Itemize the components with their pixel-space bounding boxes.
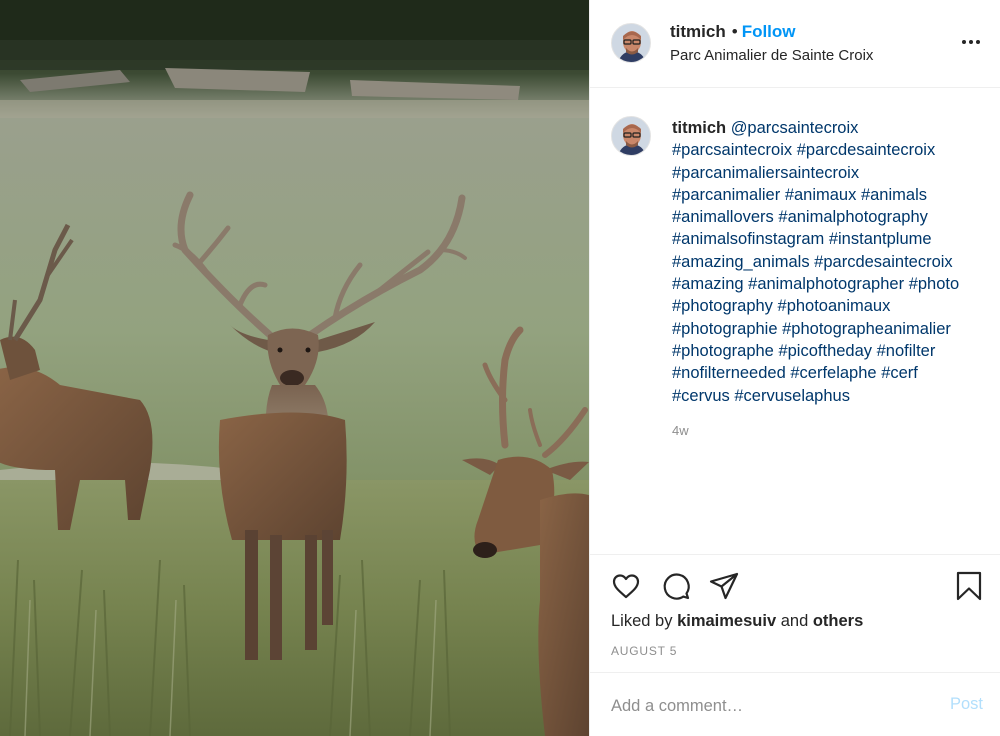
- hashtag-link[interactable]: #parcanimalier: [672, 186, 780, 204]
- caption-text: titmich @parcsaintecroix #parcsaintecroi…: [672, 117, 992, 407]
- hashtag-link[interactable]: #animalsofinstagram: [672, 230, 824, 248]
- likes-summary: Liked by kimaimesuiv and others: [611, 612, 863, 631]
- hashtag-link[interactable]: #instantplume: [829, 230, 932, 248]
- caption-line: #animallovers #animalphotography: [672, 206, 992, 228]
- caption-line: #parcanimalier #animaux #animals: [672, 184, 992, 206]
- comment-icon[interactable]: [660, 570, 692, 602]
- hashtag-link[interactable]: #parcdesaintecroix: [814, 253, 953, 271]
- hashtag-link[interactable]: #picoftheday: [778, 342, 872, 360]
- caption-username[interactable]: titmich: [672, 119, 726, 137]
- hashtag-link[interactable]: #animallovers: [672, 208, 774, 226]
- separator-dot: •: [731, 22, 738, 41]
- profile-photo-image: [612, 117, 650, 155]
- post-caption: titmich @parcsaintecroix #parcsaintecroi…: [590, 88, 1000, 554]
- caption-avatar[interactable]: [611, 116, 651, 156]
- caption-first-line: titmich @parcsaintecroix: [672, 117, 992, 139]
- hashtag-link[interactable]: #photography: [672, 297, 773, 315]
- hashtag-link[interactable]: #nofilterneeded: [672, 364, 786, 382]
- caption-mention[interactable]: @parcsaintecroix: [731, 119, 859, 137]
- post-header: titmich • Follow Parc Animalier de Sainte …: [590, 0, 1000, 88]
- comment-bar: Post: [590, 672, 1000, 736]
- hashtag-link[interactable]: #photographie: [672, 320, 778, 338]
- post-age[interactable]: 4w: [672, 423, 689, 438]
- deer-photo-image: [0, 0, 589, 736]
- caption-line: #parcsaintecroix #parcdesaintecroix: [672, 139, 992, 161]
- caption-line: #photography #photoanimaux: [672, 295, 992, 317]
- caption-line: #photographe #picoftheday #nofilter: [672, 340, 992, 362]
- hashtag-link[interactable]: #cervuselaphus: [734, 387, 850, 405]
- post-date[interactable]: AUGUST 5: [611, 644, 677, 658]
- post-location[interactable]: Parc Animalier de Sainte Croix: [670, 47, 873, 64]
- post-side-panel: titmich • Follow Parc Animalier de Sainte …: [589, 0, 1000, 736]
- caption-line: #nofilterneeded #cerfelaphe #cerf: [672, 362, 992, 384]
- hashtag-link[interactable]: #photographeanimalier: [782, 320, 951, 338]
- heart-icon[interactable]: [610, 570, 642, 602]
- likes-prefix: Liked by: [611, 612, 673, 630]
- caption-line: #animalsofinstagram #instantplume: [672, 228, 992, 250]
- hashtag-link[interactable]: #photographe: [672, 342, 774, 360]
- hashtag-link[interactable]: #parcanimaliersaintecroix: [672, 164, 859, 182]
- post-username[interactable]: titmich: [670, 22, 726, 41]
- hashtag-link[interactable]: #amazing_animals: [672, 253, 810, 271]
- caption-line: #parcanimaliersaintecroix: [672, 162, 992, 184]
- caption-line: #amazing #animalphotographer #photo: [672, 273, 992, 295]
- hashtag-link[interactable]: #photoanimaux: [778, 297, 891, 315]
- post-photo[interactable]: [0, 0, 589, 736]
- comment-input[interactable]: [611, 693, 931, 719]
- hashtag-link[interactable]: #photo: [909, 275, 959, 293]
- caption-line: #photographie #photographeanimalier: [672, 318, 992, 340]
- follow-button[interactable]: Follow: [742, 22, 796, 41]
- hashtag-link[interactable]: #animals: [861, 186, 927, 204]
- post-user-line: titmich • Follow: [670, 22, 796, 42]
- caption-line: #cervus #cervuselaphus: [672, 385, 992, 407]
- likes-others-link[interactable]: others: [813, 612, 863, 630]
- post-comment-button[interactable]: Post: [950, 695, 983, 714]
- hashtag-link[interactable]: #parcsaintecroix: [672, 141, 792, 159]
- more-options-icon[interactable]: [959, 30, 983, 54]
- hashtag-list: #parcsaintecroix #parcdesaintecroix #parc…: [672, 139, 992, 407]
- avatar[interactable]: [611, 23, 651, 63]
- hashtag-link[interactable]: #cervus: [672, 387, 730, 405]
- caption-line: #amazing_animals #parcdesaintecroix: [672, 251, 992, 273]
- hashtag-link[interactable]: #parcdesaintecroix: [797, 141, 936, 159]
- hashtag-link[interactable]: #nofilter: [877, 342, 936, 360]
- hashtag-link[interactable]: #cerf: [881, 364, 918, 382]
- action-bar: Liked by kimaimesuiv and others AUGUST 5: [590, 554, 1000, 672]
- hashtag-link[interactable]: #animalphotographer: [748, 275, 904, 293]
- profile-photo-image: [612, 24, 650, 62]
- hashtag-link[interactable]: #amazing: [672, 275, 744, 293]
- hashtag-link[interactable]: #cerfelaphe: [790, 364, 876, 382]
- hashtag-link[interactable]: #animaux: [785, 186, 857, 204]
- likes-joiner: and: [780, 612, 809, 630]
- liked-by-user[interactable]: kimaimesuiv: [677, 612, 776, 630]
- bookmark-icon[interactable]: [953, 570, 985, 602]
- share-icon[interactable]: [708, 570, 740, 602]
- hashtag-link[interactable]: #animalphotography: [778, 208, 928, 226]
